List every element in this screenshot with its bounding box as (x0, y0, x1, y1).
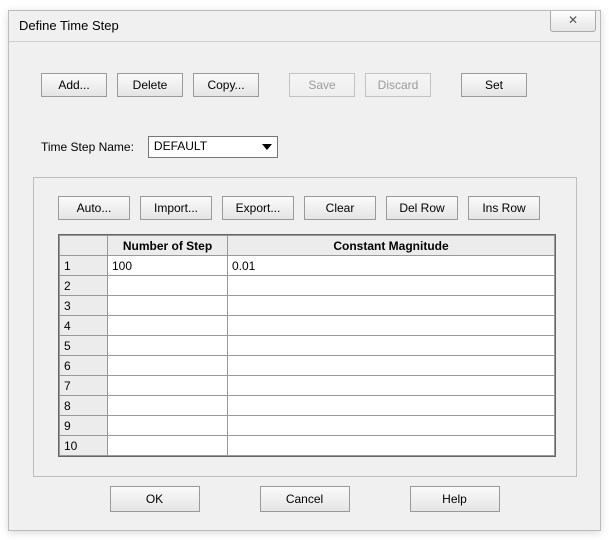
dialog-window: Define Time Step ✕ Add... Delete Copy...… (8, 10, 601, 531)
grid-panel: Auto... Import... Export... Clear Del Ro… (33, 177, 577, 477)
delrow-button[interactable]: Del Row (386, 196, 458, 220)
cell-steps[interactable] (108, 316, 228, 336)
cell-steps[interactable] (108, 416, 228, 436)
time-step-table: Number of Step Constant Magnitude 11000.… (58, 234, 556, 457)
add-button[interactable]: Add... (41, 73, 107, 97)
cancel-button[interactable]: Cancel (260, 486, 350, 512)
delete-button[interactable]: Delete (117, 73, 183, 97)
col-header-mag[interactable]: Constant Magnitude (228, 236, 555, 256)
table-row: 11000.01 (60, 256, 555, 276)
table-row: 9 (60, 416, 555, 436)
set-button[interactable]: Set (461, 73, 527, 97)
time-step-name-select[interactable]: DEFAULT (148, 136, 278, 158)
time-step-name-row: Time Step Name: DEFAULT (41, 136, 278, 158)
row-header[interactable]: 2 (60, 276, 108, 296)
cell-steps[interactable] (108, 356, 228, 376)
row-header[interactable]: 8 (60, 396, 108, 416)
row-header[interactable]: 4 (60, 316, 108, 336)
clear-button[interactable]: Clear (304, 196, 376, 220)
table-row: 6 (60, 356, 555, 376)
time-step-name-label: Time Step Name: (41, 140, 134, 154)
grid-button-row: Auto... Import... Export... Clear Del Ro… (58, 196, 540, 220)
cell-steps[interactable] (108, 376, 228, 396)
help-button[interactable]: Help (410, 486, 500, 512)
table-row: 4 (60, 316, 555, 336)
window-title: Define Time Step (19, 18, 119, 33)
save-button: Save (289, 73, 355, 97)
table-corner (60, 236, 108, 256)
titlebar: Define Time Step ✕ (9, 11, 600, 42)
table-row: 10 (60, 436, 555, 456)
row-header[interactable]: 10 (60, 436, 108, 456)
row-header[interactable]: 7 (60, 376, 108, 396)
cell-steps[interactable] (108, 396, 228, 416)
top-button-row: Add... Delete Copy... Save Discard Set (41, 73, 527, 97)
table-row: 2 (60, 276, 555, 296)
cell-steps[interactable]: 100 (108, 256, 228, 276)
table-row: 3 (60, 296, 555, 316)
close-button[interactable]: ✕ (550, 11, 596, 32)
import-button[interactable]: Import... (140, 196, 212, 220)
cell-mag[interactable] (228, 356, 555, 376)
table-row: 7 (60, 376, 555, 396)
cell-steps[interactable] (108, 336, 228, 356)
cell-mag[interactable] (228, 316, 555, 336)
cell-steps[interactable] (108, 296, 228, 316)
cell-mag[interactable] (228, 436, 555, 456)
row-header[interactable]: 5 (60, 336, 108, 356)
ok-button[interactable]: OK (110, 486, 200, 512)
auto-button[interactable]: Auto... (58, 196, 130, 220)
cell-mag[interactable]: 0.01 (228, 256, 555, 276)
time-step-name-value: DEFAULT (154, 139, 207, 153)
cell-steps[interactable] (108, 276, 228, 296)
close-icon: ✕ (568, 13, 578, 27)
table-row: 8 (60, 396, 555, 416)
row-header[interactable]: 1 (60, 256, 108, 276)
cell-mag[interactable] (228, 416, 555, 436)
bottom-button-row: OK Cancel Help (9, 486, 600, 512)
insrow-button[interactable]: Ins Row (468, 196, 540, 220)
discard-button: Discard (365, 73, 431, 97)
row-header[interactable]: 6 (60, 356, 108, 376)
cell-mag[interactable] (228, 296, 555, 316)
row-header[interactable]: 9 (60, 416, 108, 436)
cell-mag[interactable] (228, 336, 555, 356)
cell-mag[interactable] (228, 276, 555, 296)
col-header-steps[interactable]: Number of Step (108, 236, 228, 256)
cell-mag[interactable] (228, 396, 555, 416)
copy-button[interactable]: Copy... (193, 73, 259, 97)
cell-mag[interactable] (228, 376, 555, 396)
cell-steps[interactable] (108, 436, 228, 456)
chevron-down-icon (259, 139, 275, 155)
export-button[interactable]: Export... (222, 196, 294, 220)
table-row: 5 (60, 336, 555, 356)
row-header[interactable]: 3 (60, 296, 108, 316)
